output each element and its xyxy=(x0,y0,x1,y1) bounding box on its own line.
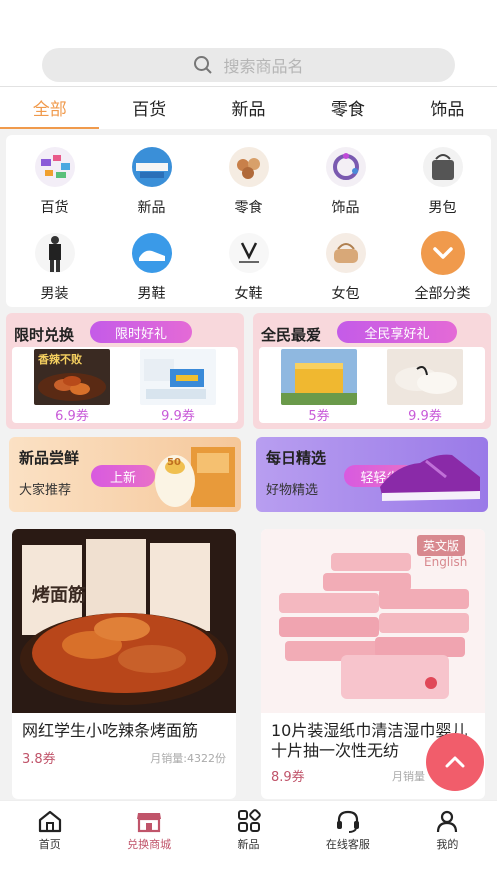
product-name: 网红学生小吃辣条烤面筋 xyxy=(22,721,199,740)
nav-label: 兑换商城 xyxy=(127,838,172,851)
product-price: 3.8券 xyxy=(22,752,56,767)
nav-label: 在线客服 xyxy=(325,838,370,851)
nav-store[interactable]: 兑换商城 xyxy=(99,801,198,883)
store-icon xyxy=(137,813,162,833)
banner-title: 每日精选 xyxy=(266,449,327,467)
nav-label: 新品 xyxy=(237,838,260,851)
tab-new[interactable]: 新品 xyxy=(199,87,298,127)
nav-label: 首页 xyxy=(38,838,61,851)
promo-items: 5券 9.9券 xyxy=(259,347,485,424)
search-placeholder: 搜索商品名 xyxy=(223,57,304,76)
product-image xyxy=(155,447,235,507)
category-jewelry[interactable]: 饰品 xyxy=(297,135,394,221)
snack-icon xyxy=(227,145,271,189)
new-icon xyxy=(130,145,174,189)
category-label: 女鞋 xyxy=(234,286,263,302)
womens-bag-icon xyxy=(324,231,368,275)
category-mens-shoes[interactable]: 男鞋 xyxy=(103,221,200,307)
search-bar[interactable]: 搜索商品名 xyxy=(42,48,455,82)
category-label: 饰品 xyxy=(331,200,360,216)
bottom-nav: 首页 兑换商城 新品 在线客服 我的 xyxy=(0,800,497,883)
womens-shoes-icon xyxy=(227,231,271,275)
category-label: 全部分类 xyxy=(414,286,471,302)
tab-jewelry[interactable]: 饰品 xyxy=(398,87,497,127)
nav-label: 我的 xyxy=(436,838,459,851)
promo-item-price: 5券 xyxy=(308,409,330,424)
category-label: 男包 xyxy=(428,200,457,216)
language-badge-sub: English xyxy=(424,555,468,569)
product-sales: 月销量:4322份 xyxy=(150,752,226,765)
grid-icon xyxy=(237,809,261,832)
search-icon xyxy=(194,56,213,74)
promo-tag: 全民享好礼 xyxy=(337,321,457,343)
shoe-image xyxy=(380,454,480,501)
category-label: 百货 xyxy=(40,200,69,216)
nav-home[interactable]: 首页 xyxy=(0,801,99,883)
promo-tag: 限时好礼 xyxy=(90,321,192,343)
category-womens-shoes[interactable]: 女鞋 xyxy=(200,221,297,307)
category-all[interactable]: 全部分类 xyxy=(394,221,491,307)
nav-support[interactable]: 在线客服 xyxy=(298,801,397,883)
category-goods[interactable]: 百货 xyxy=(6,135,103,221)
promo-item-image[interactable]: 香辣不败 xyxy=(34,349,110,405)
category-label: 女包 xyxy=(331,286,360,302)
category-womens-bag[interactable]: 女包 xyxy=(297,221,394,307)
banner-new-arrivals[interactable]: 新品尝鲜 大家推荐 上新 50 xyxy=(9,437,241,512)
nav-profile[interactable]: 我的 xyxy=(398,801,497,883)
category-mens-bag[interactable]: 男包 xyxy=(394,135,491,221)
mens-shoes-icon xyxy=(130,231,174,275)
promo-title: 限时兑换 xyxy=(14,326,75,344)
tab-bar: 全部 百货 新品 零食 饰品 xyxy=(0,87,497,129)
user-icon xyxy=(437,810,458,833)
banner-tag: 上新 xyxy=(91,465,155,487)
banner-subtitle: 好物精选 xyxy=(266,483,319,498)
promo-item-image[interactable] xyxy=(281,349,357,405)
mens-clothing-icon xyxy=(33,231,77,275)
nav-new[interactable]: 新品 xyxy=(199,801,298,883)
product-image: 英文版 English xyxy=(261,529,485,713)
category-new[interactable]: 新品 xyxy=(103,135,200,221)
product-sales: 月销量 xyxy=(392,770,425,783)
promo-item-price: 6.9券 xyxy=(55,409,89,424)
category-label: 新品 xyxy=(137,200,166,216)
product-image-label: 50 xyxy=(167,457,181,468)
promo-title: 全民最爱 xyxy=(261,326,322,344)
headset-icon xyxy=(336,810,359,833)
promo-item-price: 9.9券 xyxy=(161,409,195,424)
category-mens-clothing[interactable]: 男装 xyxy=(6,221,103,307)
chevron-up-icon xyxy=(445,756,465,768)
product-card[interactable]: 烤面筋 网红学生小吃辣条烤面筋 3.8券 月销量:4322份 xyxy=(12,529,236,799)
scroll-top-button[interactable] xyxy=(426,733,484,791)
banner-daily-picks[interactable]: 每日精选 好物精选 轻轻省 xyxy=(256,437,488,512)
promo-item-price: 9.9券 xyxy=(408,409,442,424)
category-grid: 百货 新品 零食 饰品 男包 男装 男鞋 女鞋 女包 全部分类 xyxy=(6,135,491,307)
tab-snacks[interactable]: 零食 xyxy=(298,87,397,127)
mens-bag-icon xyxy=(421,145,465,189)
top-bar: 搜索商品名 全部 百货 新品 零食 饰品 xyxy=(0,0,497,129)
chevron-down-icon xyxy=(420,231,465,275)
language-badge: 英文版 xyxy=(417,535,466,556)
home-icon xyxy=(38,810,61,833)
product-image: 烤面筋 xyxy=(12,529,236,713)
product-image-label: 烤面筋 xyxy=(32,585,86,606)
tab-goods[interactable]: 百货 xyxy=(99,87,198,127)
category-label: 零食 xyxy=(234,200,263,216)
promo-items: 香辣不败 6.9券 9.9券 xyxy=(12,347,238,424)
promo-favorite[interactable]: 全民最爱 全民享好礼 5券 9.9券 xyxy=(253,313,491,429)
goods-icon xyxy=(33,145,77,189)
category-label: 男装 xyxy=(40,286,69,302)
product-price: 8.9券 xyxy=(271,770,305,785)
promo-limited-exchange[interactable]: 限时兑换 限时好礼 香辣不败 6.9券 9.9券 xyxy=(6,313,244,429)
tab-all[interactable]: 全部 xyxy=(0,87,100,129)
promo-item-brand: 香辣不败 xyxy=(38,353,82,366)
promo-item-image[interactable] xyxy=(140,349,216,405)
category-label: 男鞋 xyxy=(137,286,166,302)
jewelry-icon xyxy=(324,145,368,189)
category-snacks[interactable]: 零食 xyxy=(200,135,297,221)
banner-subtitle: 大家推荐 xyxy=(19,483,72,498)
promo-item-image[interactable] xyxy=(387,349,463,405)
banner-title: 新品尝鲜 xyxy=(19,449,80,467)
